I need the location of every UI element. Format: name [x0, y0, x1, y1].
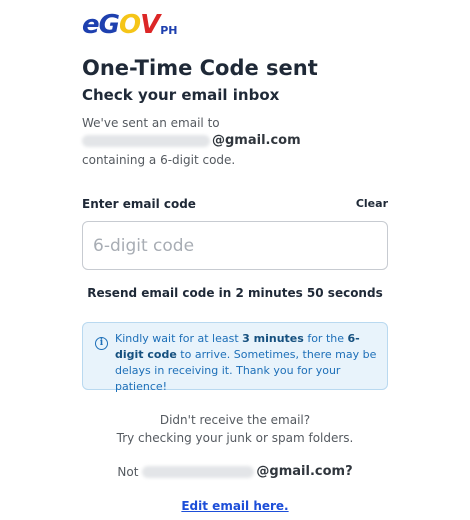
- egov-ph-logo: e G O V PH: [82, 10, 178, 40]
- email-domain: @gmail.com: [212, 133, 301, 148]
- not-received-text: Didn't receive the email?: [159, 413, 311, 427]
- logo-letter-o: O: [118, 10, 141, 40]
- sent-notice-text: We've sent an email to: [82, 116, 220, 130]
- logo-letter-e: e: [82, 10, 100, 40]
- logo-letters-ph: PH: [160, 24, 178, 37]
- edit-email-link[interactable]: Edit email here.: [0, 499, 470, 513]
- logo-letter-v: V: [140, 10, 160, 40]
- not-prefix: Not: [117, 464, 139, 479]
- not-email-domain: @gmail.com?: [256, 464, 353, 479]
- sent-email-address: @gmail.com: [82, 133, 301, 148]
- page-subtitle: Check your email inbox: [82, 86, 280, 104]
- code-input[interactable]: [82, 221, 388, 270]
- redacted-email-local-part: [82, 134, 210, 147]
- info-circle-icon: i: [95, 337, 108, 350]
- info-alert-text: Kindly wait for at least 3 minutes for t…: [115, 332, 377, 393]
- clear-button[interactable]: Clear: [356, 197, 388, 210]
- resend-countdown: Resend email code in 2 minutes 50 second…: [87, 286, 383, 300]
- not-your-email-line: Not @gmail.com?: [0, 464, 470, 479]
- redacted-email-local-part-2: [142, 465, 255, 478]
- spam-hint-text: Try checking your junk or spam folders.: [116, 431, 354, 445]
- page-title: One-Time Code sent: [82, 56, 318, 80]
- info-alert: i Kindly wait for at least 3 minutes for…: [82, 322, 388, 393]
- code-length-notice: containing a 6-digit code.: [82, 153, 236, 167]
- logo-letter-g: G: [98, 10, 120, 40]
- code-field-label: Enter email code: [82, 197, 196, 211]
